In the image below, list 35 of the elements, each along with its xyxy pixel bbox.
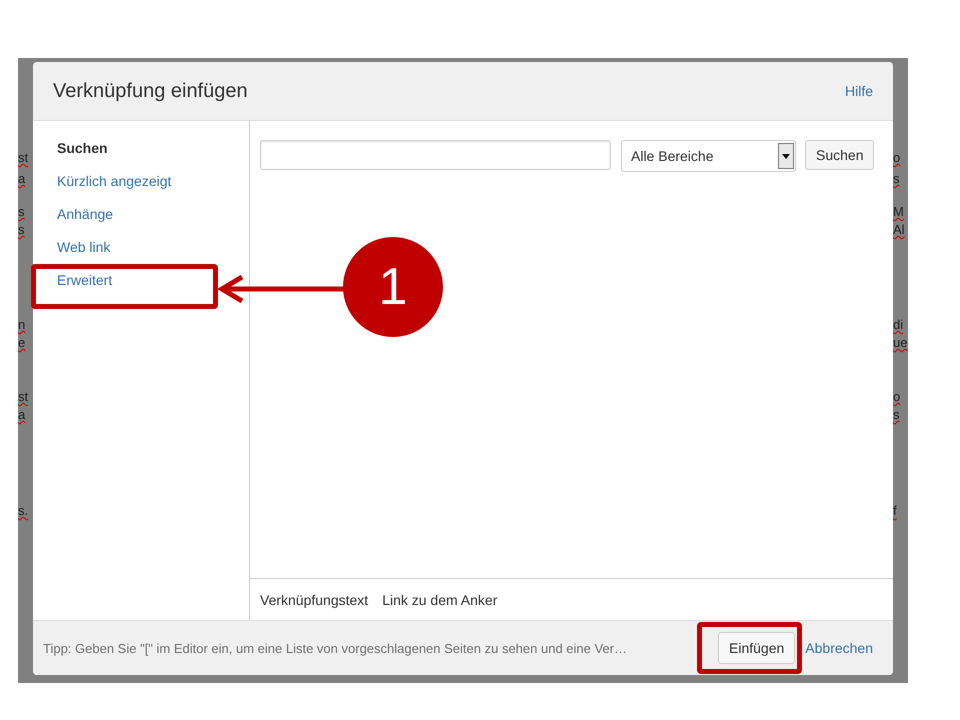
arrow-icon: [216, 274, 346, 304]
sidebar-item[interactable]: Web link: [57, 238, 249, 256]
link-text-value: Link zu dem Anker: [382, 592, 498, 608]
background-text: o: [893, 149, 900, 167]
background-text: s: [18, 203, 26, 221]
background-text: s: [893, 170, 900, 188]
background-text: a: [18, 170, 26, 188]
search-button[interactable]: Suchen: [805, 140, 874, 170]
background-text: a: [18, 406, 26, 424]
help-link[interactable]: Hilfe: [844, 83, 873, 99]
background-text: Al: [893, 221, 905, 239]
search-field[interactable]: [260, 140, 611, 170]
caret-icon: [778, 142, 794, 170]
background-text: s.: [18, 502, 30, 520]
background-text: st: [18, 388, 30, 406]
insert-button[interactable]: Einfügen: [718, 632, 796, 664]
sidebar-item[interactable]: Erweitert: [57, 271, 249, 289]
background-text: e: [18, 334, 26, 352]
sidebar-item[interactable]: Anhänge: [57, 205, 249, 223]
cancel-link[interactable]: Abbrechen: [805, 640, 873, 656]
link-text-label: Verknüpfungstext: [260, 592, 368, 608]
background-text: st: [18, 149, 30, 167]
background-text: f: [893, 502, 897, 520]
background-text: o: [893, 388, 900, 406]
dialog-title: Verknüpfung einfügen: [53, 80, 248, 102]
background-text: s: [893, 406, 900, 424]
background-text: s: [18, 221, 26, 239]
tip-text: Tipp: Geben Sie "[" im Editor ein, um eine Liste von vorgeschlagenen Seiten zu sehen und eine Ver…: [43, 640, 628, 656]
sidebar-item[interactable]: Kürzlich angezeigt: [57, 172, 249, 190]
scope-dropdown[interactable]: Alle Bereiche: [621, 140, 796, 172]
background-text: M: [893, 203, 904, 221]
background-text: n: [18, 316, 26, 334]
background-text: di: [893, 316, 904, 334]
background-text: ue: [893, 334, 908, 352]
sidebar-item[interactable]: Suchen: [57, 139, 249, 157]
